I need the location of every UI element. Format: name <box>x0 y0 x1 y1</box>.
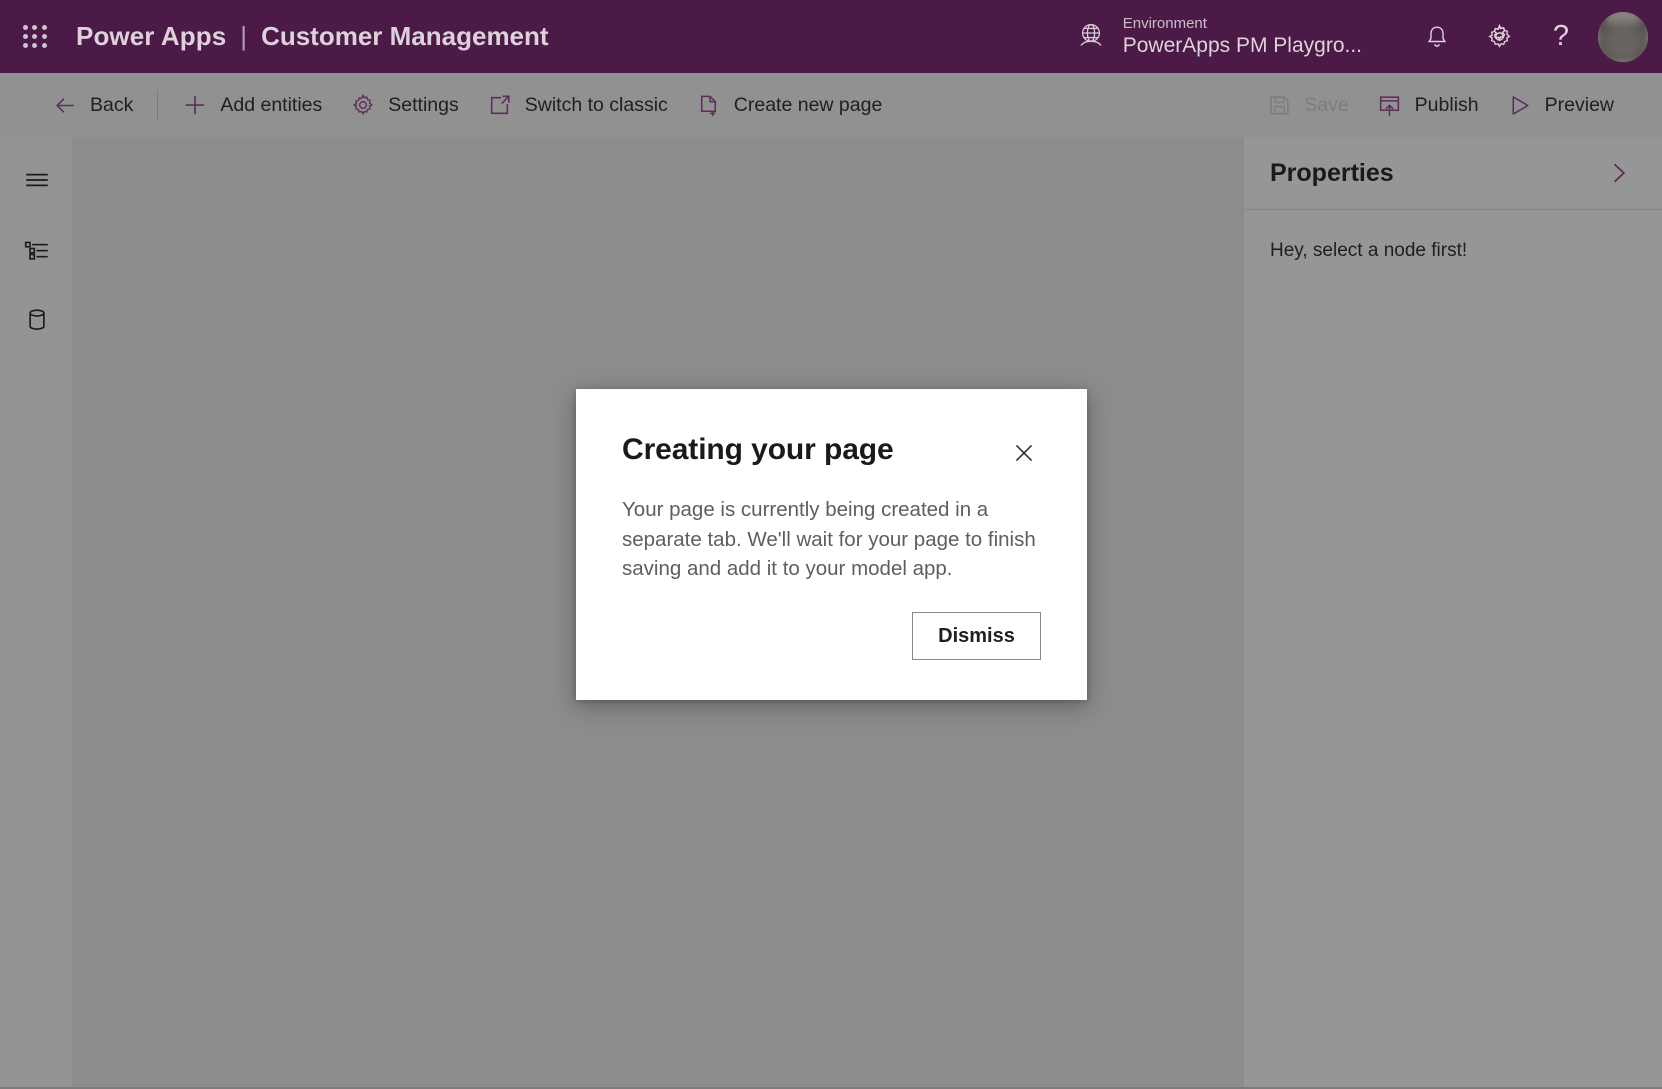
environment-label: Environment <box>1122 14 1207 32</box>
chevron-right-icon[interactable] <box>1602 157 1634 189</box>
app-header: Power Apps | Customer Management Environ… <box>0 0 1662 73</box>
creating-page-dialog: Creating your page Your page is currentl… <box>576 389 1087 700</box>
brand: Power Apps | Customer Management <box>76 21 549 52</box>
add-entities-label: Add entities <box>220 93 323 116</box>
app-name: Customer Management <box>261 21 549 51</box>
question-mark-icon: ? <box>1552 20 1570 52</box>
publish-label: Publish <box>1414 93 1479 116</box>
avatar-image-highlight <box>1604 11 1642 27</box>
settings-label: Settings <box>388 93 459 116</box>
properties-panel-body: Hey, select a node first! <box>1244 210 1662 292</box>
properties-empty-message: Hey, select a node first! <box>1270 240 1468 261</box>
preview-label: Preview <box>1544 93 1614 116</box>
dialog-actions: Dismiss <box>912 612 1041 660</box>
command-bar-divider <box>157 90 159 120</box>
sidebar-item-tree-view[interactable] <box>0 219 73 281</box>
dialog-header: Creating your page <box>622 433 1041 470</box>
help-button[interactable]: ? <box>1530 0 1592 73</box>
globe-icon <box>1075 20 1109 54</box>
properties-panel-header: Properties <box>1244 137 1662 210</box>
environment-value: PowerApps PM Playgro... <box>1122 33 1362 57</box>
new-page-icon <box>696 92 722 118</box>
back-button-label: Back <box>90 93 134 116</box>
add-entities-button[interactable]: Add entities <box>168 73 336 137</box>
create-new-page-button[interactable]: Create new page <box>682 73 897 137</box>
create-new-page-label: Create new page <box>733 93 883 116</box>
sidebar-item-menu[interactable] <box>0 149 73 211</box>
environment-picker[interactable]: Environment PowerApps PM Playgro... <box>1075 15 1362 59</box>
properties-panel: Properties Hey, select a node first! <box>1243 137 1662 1089</box>
dialog-body-text: Your page is currently being created in … <box>622 498 1036 581</box>
bell-icon <box>1423 23 1451 51</box>
notifications-button[interactable] <box>1406 0 1468 73</box>
publish-upload-icon <box>1377 92 1403 118</box>
publish-button[interactable]: Publish <box>1363 73 1493 137</box>
gear-icon <box>1485 22 1514 51</box>
close-icon[interactable] <box>1007 436 1041 470</box>
back-button[interactable]: Back <box>38 73 147 137</box>
plus-icon <box>182 92 208 118</box>
header-right-cluster: Environment PowerApps PM Playgro... ? <box>1075 0 1662 73</box>
save-label: Save <box>1304 93 1349 116</box>
floppy-disk-icon <box>1266 92 1292 118</box>
app-launcher-waffle-icon[interactable] <box>18 20 52 54</box>
open-in-new-window-icon <box>487 92 513 118</box>
settings-button-cmd[interactable]: Settings <box>336 73 472 137</box>
avatar[interactable] <box>1598 11 1648 62</box>
product-name[interactable]: Power Apps <box>76 21 226 52</box>
play-triangle-icon <box>1507 92 1533 118</box>
dialog-title: Creating your page <box>622 433 894 466</box>
brand-separator: | <box>240 21 248 51</box>
command-bar: Back Add entities Settings Switch to cla… <box>0 73 1662 137</box>
arrow-left-icon <box>52 92 78 118</box>
tree-view-icon <box>23 236 51 264</box>
page-title: Properties <box>1270 158 1394 187</box>
settings-button[interactable] <box>1468 0 1530 73</box>
dismiss-button[interactable]: Dismiss <box>912 612 1041 660</box>
preview-button[interactable]: Preview <box>1493 73 1628 137</box>
gear-icon <box>350 92 376 118</box>
left-rail <box>0 137 73 1089</box>
sidebar-item-data[interactable] <box>0 289 73 351</box>
command-bar-right-group: Save Publish Preview <box>1252 73 1662 137</box>
database-icon <box>23 306 51 334</box>
save-button[interactable]: Save <box>1252 73 1362 137</box>
switch-to-classic-button[interactable]: Switch to classic <box>473 73 682 137</box>
hamburger-menu-icon <box>23 166 51 194</box>
switch-to-classic-label: Switch to classic <box>524 93 668 116</box>
